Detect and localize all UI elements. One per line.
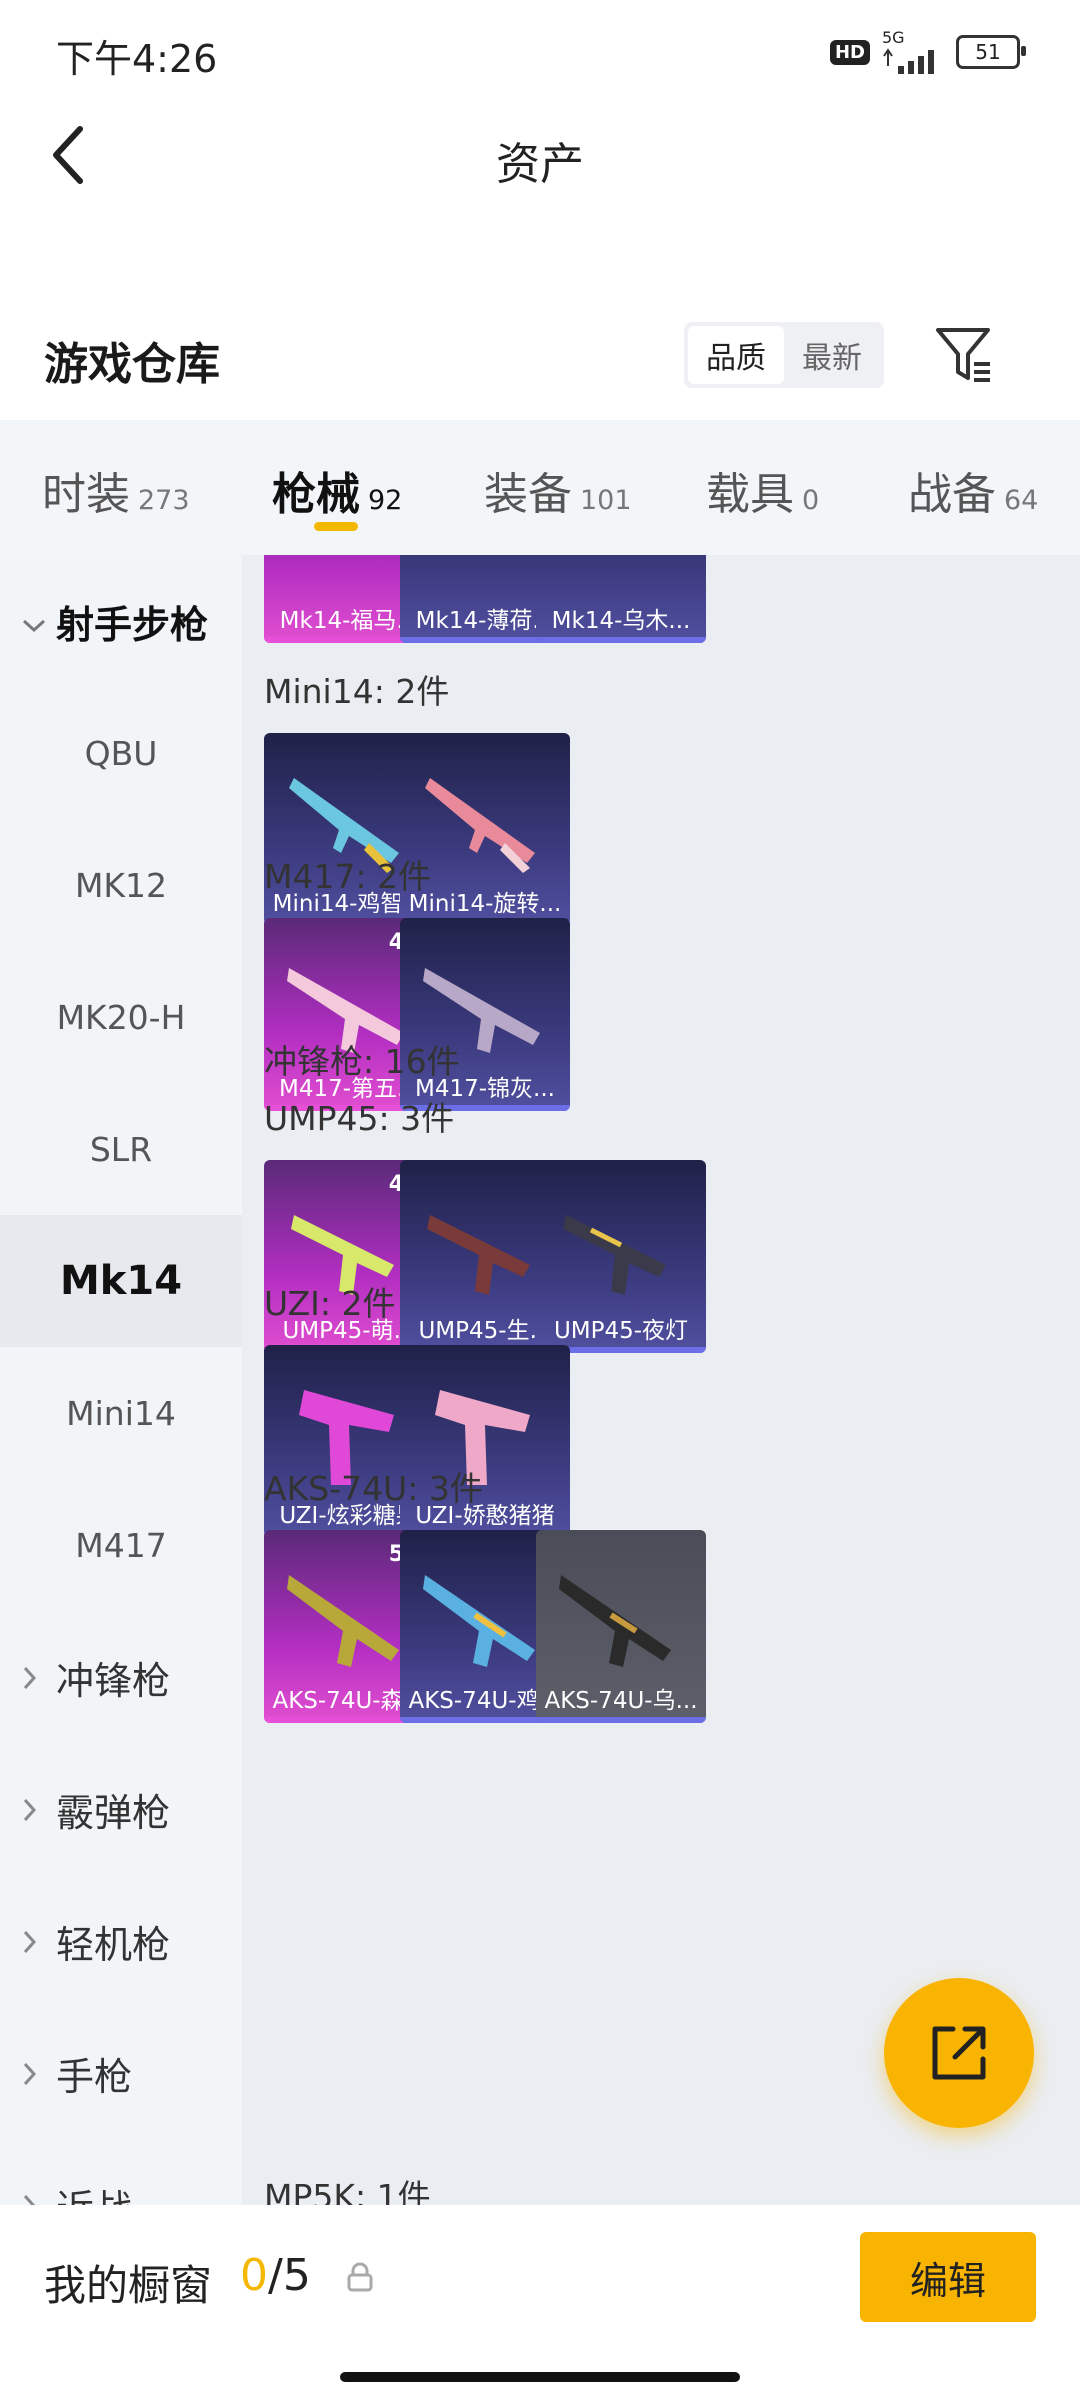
tab-label: 载具 <box>706 469 794 520</box>
gun-icon <box>287 1575 399 1667</box>
tab-equipment[interactable]: 装备 101 <box>484 458 632 522</box>
sort-newest-button[interactable]: 最新 <box>784 326 880 384</box>
weapon-card[interactable]: Mk14-乌木... <box>536 555 706 643</box>
showcase-count: 0/5 <box>240 2250 311 2301</box>
chevron-right-icon <box>22 1655 52 1699</box>
showcase-total: 5 <box>282 2250 311 2301</box>
tab-count: 101 <box>580 485 632 516</box>
sidebar-item-m417[interactable]: M417 <box>0 1479 242 1611</box>
gun-icon <box>559 1575 671 1667</box>
sidebar-item-mk14[interactable]: Mk14 <box>0 1215 242 1347</box>
sidebar-item-qbu[interactable]: QBU <box>0 687 242 819</box>
weapon-card[interactable]: AKS-74U-乌... <box>536 1530 706 1723</box>
sidebar-label: 射手步枪 <box>56 602 209 647</box>
share-button[interactable] <box>884 1978 1034 2128</box>
sidebar-label: 近战 <box>56 2178 132 2206</box>
signal-icon: 5G <box>882 30 944 74</box>
showcase-label: 我的橱窗 <box>44 2261 213 2310</box>
tab-label: 战备 <box>908 469 996 520</box>
network-label: 5G <box>882 28 905 47</box>
group-label: AKS-74U: 3件 <box>264 1469 483 1508</box>
tab-fashion[interactable]: 时装 273 <box>42 458 190 522</box>
tab-firearms[interactable]: 枪械 92 <box>272 458 402 522</box>
chevron-right-icon <box>22 2183 52 2205</box>
sort-toggle: 品质 最新 <box>684 322 884 388</box>
weapon-type-sidebar: 射手步枪 QBU MK12 MK20-H SLR Mk14 Mini14 M41… <box>0 555 242 2205</box>
share-icon <box>932 2026 986 2080</box>
group-label: MP5K: 1件 <box>264 2177 431 2205</box>
tab-label: 时装 <box>42 469 130 520</box>
showcase-current: 0 <box>240 2250 268 2301</box>
sidebar-item-mk20h[interactable]: MK20-H <box>0 951 242 1083</box>
sidebar-category-shotgun[interactable]: 霰弹枪 <box>0 1743 242 1875</box>
sidebar-category-lmg[interactable]: 轻机枪 <box>0 1875 242 2007</box>
chevron-right-icon <box>22 2051 52 2095</box>
sort-quality-button[interactable]: 品质 <box>688 326 784 384</box>
sidebar-category-marksman[interactable]: 射手步枪 <box>0 555 242 687</box>
lock-icon <box>346 2262 374 2296</box>
sidebar-category-pistol[interactable]: 手枪 <box>0 2007 242 2139</box>
chevron-right-icon <box>22 1919 52 1963</box>
group-label: Mini14: 2件 <box>264 672 450 711</box>
gun-icon <box>563 1215 666 1295</box>
weapon-name: UMP45-夜灯 <box>553 1318 689 1344</box>
weapon-card[interactable]: UMP45-夜灯 <box>536 1160 706 1353</box>
gun-icon <box>279 555 419 575</box>
sidebar-label: 轻机枪 <box>56 1922 171 1967</box>
sidebar-label: 冲锋枪 <box>56 1658 171 1703</box>
status-time: 下午4:26 <box>56 37 218 81</box>
sidebar-label: 手枪 <box>56 2054 133 2099</box>
sidebar-category-melee[interactable]: 近战 <box>0 2139 242 2205</box>
tab-active-indicator <box>314 522 358 531</box>
gun-icon <box>423 1575 535 1667</box>
category-tabs: 时装 273 枪械 92 装备 101 载具 0 战备 64 <box>0 420 1080 555</box>
group-label: M417: 2件 <box>264 857 432 896</box>
tab-label: 枪械 <box>272 469 360 520</box>
tab-count: 64 <box>1004 485 1039 516</box>
battery-icon: 51 <box>956 35 1026 69</box>
gun-icon <box>551 555 691 575</box>
weapon-name: Mk14-乌木... <box>551 608 691 634</box>
filter-button[interactable] <box>930 320 1000 390</box>
group-label: UZI: 2件 <box>264 1284 396 1323</box>
tab-vehicles[interactable]: 载具 0 <box>706 458 819 522</box>
group-label: UMP45: 3件 <box>264 1099 455 1138</box>
sidebar-category-smg[interactable]: 冲锋枪 <box>0 1611 242 1743</box>
gun-icon <box>425 778 535 873</box>
group-label: 冲锋枪: 16件 <box>264 1042 460 1081</box>
home-indicator[interactable] <box>340 2372 740 2382</box>
weapon-grid: Mk14-福马... Mk14-薄荷... Mk14-乌木... Mini14:… <box>242 555 1080 2205</box>
gun-icon <box>415 555 555 575</box>
chevron-right-icon <box>22 1787 52 1831</box>
hd-icon: HD <box>829 39 870 65</box>
chevron-down-icon <box>22 599 52 643</box>
weapon-name: AKS-74U-乌... <box>544 1688 698 1714</box>
tab-supplies[interactable]: 战备 64 <box>908 458 1038 522</box>
showcase-separator: / <box>268 2250 283 2301</box>
section-title: 游戏仓库 <box>44 339 220 390</box>
page-title: 资产 <box>496 139 584 190</box>
sidebar-item-mk12[interactable]: MK12 <box>0 819 242 951</box>
battery-level: 51 <box>975 40 1001 64</box>
tab-count: 92 <box>368 485 403 516</box>
filter-icon <box>936 328 990 382</box>
tab-count: 273 <box>138 485 190 516</box>
tab-label: 装备 <box>484 469 572 520</box>
tab-count: 0 <box>802 485 820 516</box>
sidebar-item-mini14[interactable]: Mini14 <box>0 1347 242 1479</box>
sidebar-item-slr[interactable]: SLR <box>0 1083 242 1215</box>
edit-button[interactable]: 编辑 <box>860 2232 1036 2322</box>
status-icons: HD 5G 51 <box>829 30 1026 74</box>
gun-icon <box>427 1215 530 1295</box>
sidebar-label: 霰弹枪 <box>56 1790 171 1835</box>
